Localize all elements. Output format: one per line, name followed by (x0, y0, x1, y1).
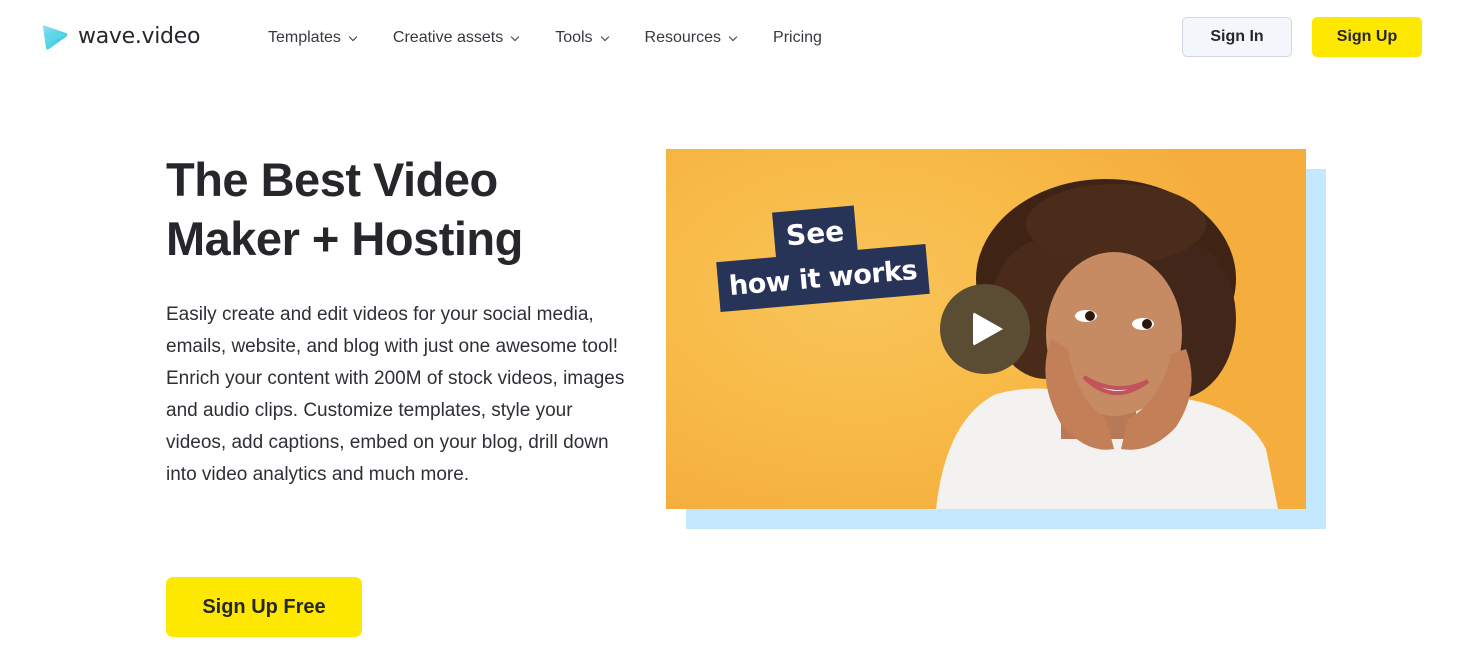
nav-tools[interactable]: Tools (555, 26, 609, 50)
nav-creative-assets[interactable]: Creative assets (392, 26, 520, 50)
chevron-down-icon (348, 32, 358, 41)
sign-in-button[interactable]: Sign In (1182, 17, 1292, 57)
nav-pricing[interactable]: Pricing (773, 26, 822, 50)
nav-label: Templates (268, 29, 341, 46)
sign-up-button[interactable]: Sign Up (1312, 17, 1422, 57)
sign-up-free-button[interactable]: Sign Up Free (166, 577, 362, 637)
logo-link[interactable]: wave.video (40, 22, 200, 52)
play-triangle-logo-icon (42, 25, 68, 50)
chevron-down-icon (728, 32, 738, 41)
hero-description: Easily create and edit videos for your s… (166, 299, 626, 491)
nav-templates[interactable]: Templates (268, 26, 358, 50)
hero-title: The Best Video Maker + Hosting (166, 153, 523, 265)
logo-text: wave.video (78, 24, 201, 49)
nav-resources[interactable]: Resources (644, 26, 738, 50)
nav-label: Resources (644, 29, 722, 46)
nav-label: Creative assets (392, 29, 504, 46)
nav-label: Tools (555, 29, 593, 46)
chevron-down-icon (600, 32, 609, 41)
play-icon (973, 312, 1003, 346)
chevron-down-icon (510, 32, 520, 41)
site-header: wave.video Templates Creative assets Too… (0, 0, 1482, 75)
hero-paragraph-2: Enrich your content with 200M of stock v… (166, 368, 625, 485)
nav-label: Pricing (773, 29, 822, 46)
play-button[interactable] (940, 284, 1030, 374)
hero-paragraph-1: Easily create and edit videos for your s… (166, 304, 619, 357)
main-nav: Templates Creative assets Tools Resource… (268, 26, 859, 50)
video-player[interactable]: See how it works (666, 149, 1306, 509)
